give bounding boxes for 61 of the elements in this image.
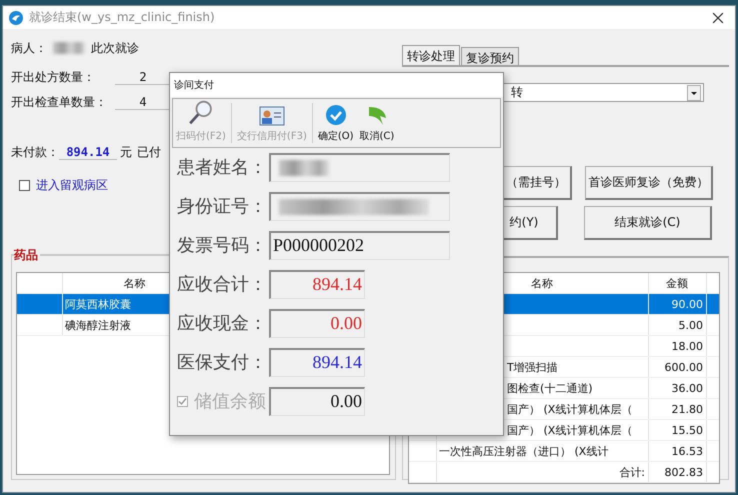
total-label: 合计: — [619, 464, 645, 480]
fee-name: T增强扫描 — [507, 360, 558, 374]
field-label: 储值余额 — [194, 390, 266, 413]
fee-amount: 36.00 — [672, 382, 703, 394]
blurred-name — [53, 42, 85, 54]
fee-row[interactable]: 一次性高压注射器（进口） (X线计 16.53 — [409, 441, 719, 462]
fee-name: 国产） (X线计算机体层（ — [507, 422, 632, 438]
bird-logo-icon — [9, 10, 23, 24]
paid-label: 已付 — [137, 144, 161, 160]
count-label: 开出处方数量： — [11, 68, 96, 86]
field-label: 医保支付： — [177, 351, 268, 374]
drug-name: 碘海醇注射液 — [65, 318, 131, 332]
input-field[interactable]: 0.00 — [269, 308, 365, 338]
toolbar-button[interactable]: 取消(C) — [356, 99, 398, 147]
id-card-icon — [258, 106, 285, 126]
count-label: 开出检查单数量： — [11, 94, 108, 110]
observation-checkbox[interactable] — [19, 180, 30, 190]
column-header: 金额 — [666, 276, 688, 290]
fee-amount: 16.53 — [672, 444, 703, 458]
field-label: 应收现金： — [177, 312, 268, 335]
currency-unit: 元 — [120, 144, 132, 160]
field-label: 身份证号： — [177, 195, 268, 218]
input-field[interactable] — [269, 152, 450, 182]
observation-label: 进入留观病区 — [36, 176, 108, 194]
close-icon[interactable] — [713, 12, 723, 22]
dialog-title: 诊间支付 — [174, 78, 214, 92]
check-circle-icon — [324, 104, 347, 126]
input-field[interactable] — [269, 192, 450, 220]
balance-checkbox[interactable] — [177, 396, 188, 406]
field-label: 发票号码： — [177, 234, 268, 257]
column-header: 名称 — [531, 276, 553, 290]
field-label: 应收合计： — [177, 273, 268, 296]
input-field[interactable]: 0.00 — [269, 386, 365, 416]
patient-label: 病人： — [11, 40, 47, 56]
fee-amount: 15.50 — [672, 424, 703, 436]
field-label: 患者姓名： — [177, 156, 268, 179]
blurred-text — [279, 160, 329, 176]
unpaid-label: 未付款： — [11, 144, 59, 160]
group-title: 药品 — [14, 247, 40, 264]
input-field[interactable]: P000000202 — [269, 230, 450, 260]
fee-amount: 21.80 — [672, 402, 703, 416]
fee-amount: 600.00 — [664, 360, 703, 374]
action-button[interactable]: 结束就诊(C) — [584, 206, 712, 240]
tab[interactable]: 复诊预约 — [461, 47, 519, 65]
input-field[interactable]: 894.14 — [269, 348, 365, 376]
unpaid-amount: 894.14 — [59, 144, 117, 160]
fee-amount: 18.00 — [672, 340, 703, 352]
fee-amount: 90.00 — [672, 298, 703, 310]
visit-label: 此次就诊 — [91, 40, 139, 56]
fee-name: 一次性高压注射器（进口） (X线计 — [439, 444, 608, 458]
input-field[interactable]: 894.14 — [269, 270, 365, 298]
fee-name: 图检查(十二通道) — [507, 380, 593, 396]
total-amount: 802.83 — [664, 466, 703, 478]
column-header: 名称 — [124, 276, 146, 290]
tab[interactable]: 转诊处理 — [402, 45, 460, 65]
fee-amount: 5.00 — [678, 318, 703, 332]
drug-name: 阿莫西林胶囊 — [65, 296, 131, 312]
toolbar-button[interactable]: 确定(O) — [314, 99, 357, 147]
action-button[interactable]: 首诊医师复诊（免费） — [585, 166, 713, 200]
fee-name: 国产） (X线计算机体层（ — [507, 402, 632, 416]
window-title: 就诊结束(w_ys_mz_clinic_finish) — [29, 9, 215, 26]
